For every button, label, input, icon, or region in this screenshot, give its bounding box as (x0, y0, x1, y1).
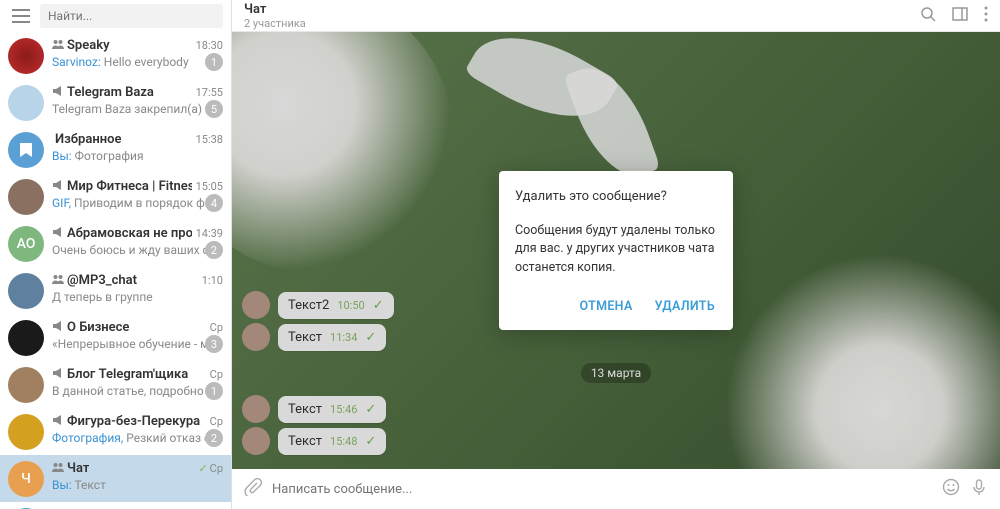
unread-badge: 1 (205, 382, 223, 400)
chat-preview: Sarvinoz: Hello everybody (52, 55, 223, 69)
hamburger-icon (12, 9, 30, 23)
microphone-icon[interactable] (970, 478, 988, 500)
unread-badge: 3 (205, 335, 223, 353)
chat-preview: «Непрерывное обучение - мини… (52, 337, 223, 351)
chat-name: Мир Фитнеса | FitnessRU (52, 179, 192, 194)
megaphone-icon (52, 367, 64, 382)
chat-preview: Вы: Фотография (52, 149, 223, 163)
chat-time: Ср (210, 415, 223, 428)
megaphone-icon (52, 414, 64, 429)
chat-preview: В данной статье, подробно расс… (52, 384, 223, 398)
chat-name: Фигура-без-Перекура (52, 414, 200, 429)
chat-avatar: АО (8, 226, 44, 262)
chat-list-item[interactable]: Фигура-без-Перекура Ср Фотография, Резкий … (0, 408, 231, 455)
sidebar-header (0, 0, 231, 32)
unread-badge: 2 (205, 241, 223, 259)
chat-avatar (8, 85, 44, 121)
chat-name: Telegram Baza (52, 85, 154, 100)
chat-preview: Вы: Текст (52, 478, 223, 492)
input-bar (232, 469, 1000, 509)
search-input[interactable] (40, 4, 223, 28)
menu-button[interactable] (8, 5, 34, 28)
chat-list-item[interactable]: @MP3_chat 1:10 Д теперь в группе (0, 267, 231, 314)
megaphone-icon (52, 85, 64, 100)
search-icon[interactable] (920, 6, 936, 26)
chat-list-item[interactable]: Telegram Baza 17:55 Telegram Baza закрепил… (0, 79, 231, 126)
unread-badge: 5 (205, 100, 223, 118)
chat-avatar: Ч (8, 461, 44, 497)
more-icon[interactable] (984, 6, 988, 26)
delete-dialog: Удалить это сообщение? Сообщения будут у… (499, 171, 733, 329)
chat-time: Ср (210, 368, 223, 381)
chat-name: Избранное (52, 132, 121, 147)
chat-time: 14:39 (196, 227, 223, 240)
chat-avatar (8, 367, 44, 403)
chat-subtitle: 2 участника (244, 17, 306, 30)
unread-badge: 2 (205, 429, 223, 447)
chat-list-item[interactable]: Speaky 18:30 Sarvinoz: Hello everybody1 (0, 32, 231, 79)
sidebar-toggle-icon[interactable] (952, 6, 968, 26)
chat-name: Абрамовская не про обра… (52, 226, 192, 241)
chat-list-item[interactable]: Избранное 15:38 Вы: Фотография (0, 126, 231, 173)
message-input[interactable] (272, 482, 932, 497)
chat-list-item[interactable]: Telegram✔ (0, 502, 231, 509)
megaphone-icon (52, 179, 64, 194)
chat-avatar (8, 179, 44, 215)
chat-name: Блог Telegram'щика (52, 367, 188, 382)
chat-name: Speaky (52, 38, 110, 53)
chat-name: @MP3_chat (52, 273, 137, 288)
chat-list-item[interactable]: Мир Фитнеса | FitnessRU 15:05 GIF, Приводи… (0, 173, 231, 220)
unread-badge: 4 (205, 194, 223, 212)
chat-time: 15:38 (196, 133, 223, 146)
chat-time: 18:30 (196, 39, 223, 52)
chat-preview: Telegram Baza закрепил(а) «Добр… (52, 102, 223, 116)
main-panel: Чат 2 участника Текст2 10:50 ✓ (232, 0, 1000, 509)
chat-avatar (8, 414, 44, 450)
dialog-title: Удалить это сообщение? (515, 189, 717, 204)
group-icon (52, 38, 64, 53)
chat-preview: Очень боюсь и жду ваших совет… (52, 243, 223, 257)
chat-time: 17:55 (196, 86, 223, 99)
chat-time: Ср (210, 321, 223, 334)
megaphone-icon (52, 226, 64, 241)
delete-button[interactable]: УДАЛИТЬ (653, 293, 717, 320)
chat-background: Текст2 10:50 ✓ Текст 11:34 ✓ 13 марта (232, 32, 1000, 469)
chat-avatar (8, 320, 44, 356)
chat-time: 15:05 (196, 180, 223, 193)
megaphone-icon (52, 320, 64, 335)
group-icon (52, 461, 64, 476)
chat-time: ✓Ср (198, 462, 223, 475)
chat-preview: Д теперь в группе (52, 290, 223, 304)
chat-header: Чат 2 участника (232, 0, 1000, 32)
chat-name: Чат (52, 461, 89, 476)
chat-list-item[interactable]: Блог Telegram'щика Ср В данной статье, под… (0, 361, 231, 408)
chat-list: Speaky18:30Sarvinoz: Hello everybody1Tel… (0, 32, 231, 509)
chat-title: Чат (244, 2, 306, 17)
cancel-button[interactable]: ОТМЕНА (578, 293, 635, 320)
chat-list-item[interactable]: О Бизнесе Ср «Непрерывное обучение - мини…… (0, 314, 231, 361)
chat-name: О Бизнесе (52, 320, 129, 335)
chat-avatar (8, 132, 44, 168)
chat-list-item[interactable]: Ч Чат ✓Ср Вы: Текст (0, 455, 231, 502)
read-check-icon: ✓ (198, 462, 207, 475)
chat-avatar (8, 273, 44, 309)
chat-preview: Фотография, Резкий отказ от сла… (52, 431, 223, 445)
chat-avatar (8, 38, 44, 74)
emoji-icon[interactable] (942, 478, 960, 500)
chat-list-item[interactable]: АО Абрамовская не про обра… 14:39 Очень бою… (0, 220, 231, 267)
unread-badge: 1 (205, 53, 223, 71)
modal-overlay[interactable]: Удалить это сообщение? Сообщения будут у… (232, 32, 1000, 469)
dialog-body: Сообщения будут удалены только для вас. … (515, 222, 717, 276)
attach-icon[interactable] (244, 478, 262, 500)
chat-time: 1:10 (202, 274, 223, 287)
chat-preview: GIF, Приводим в порядок фигуру… (52, 196, 223, 210)
group-icon (52, 273, 64, 288)
sidebar: Speaky18:30Sarvinoz: Hello everybody1Tel… (0, 0, 232, 509)
